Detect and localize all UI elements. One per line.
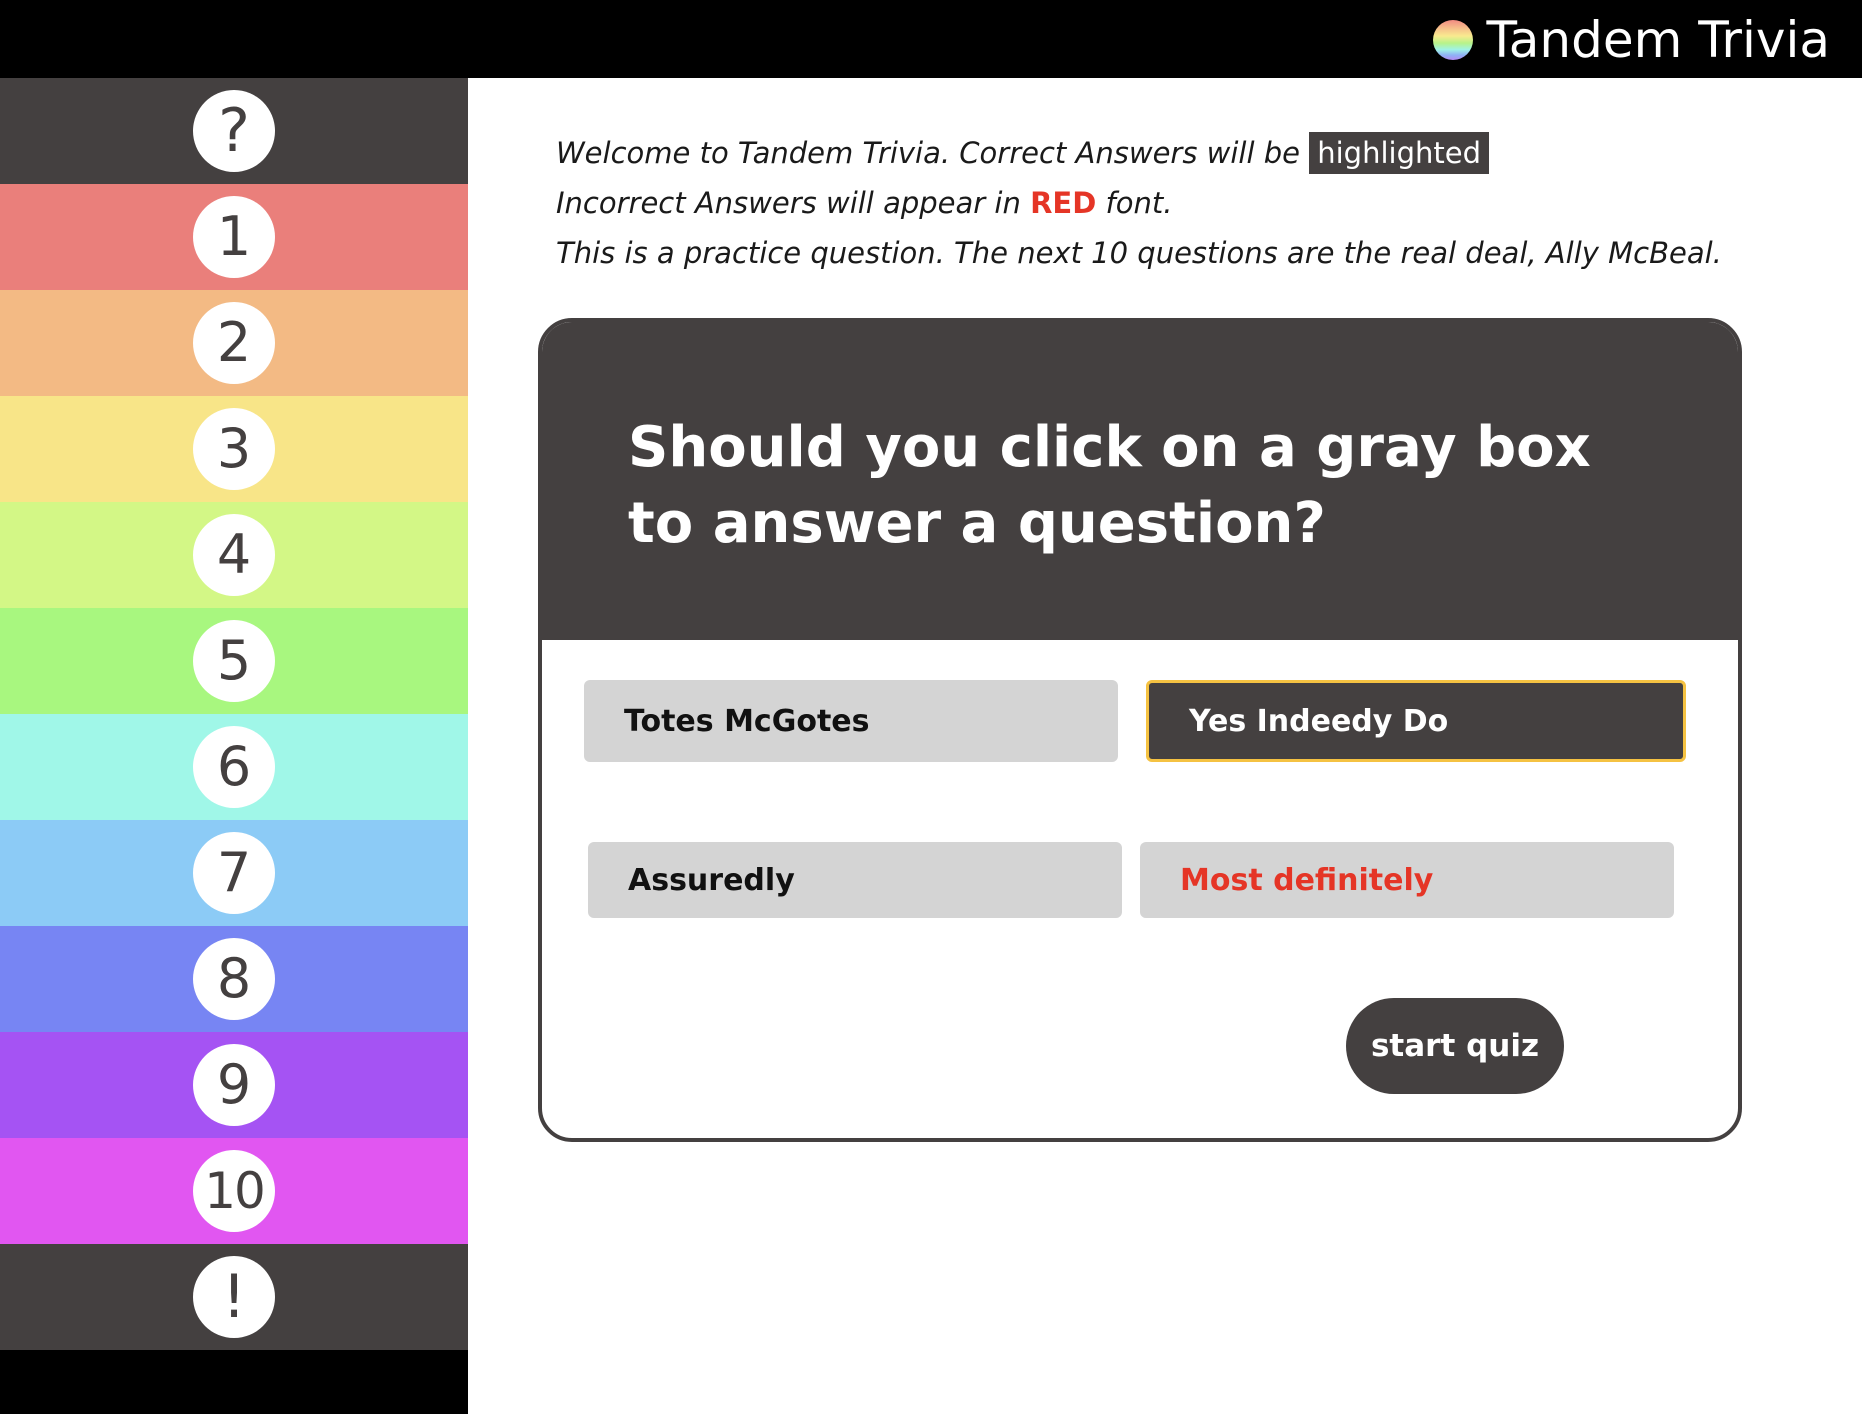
sidebar-item-6[interactable]: 6 xyxy=(0,714,468,820)
instructions-text: Welcome to Tandem Trivia. Correct Answer… xyxy=(556,136,1310,170)
sidebar-item-number: 5 xyxy=(193,620,275,702)
sidebar-item-9[interactable]: 9 xyxy=(0,1032,468,1138)
sidebar-item-5[interactable]: 5 xyxy=(0,608,468,714)
rainbow-circle-icon xyxy=(1432,20,1473,60)
sidebar-item-number: 4 xyxy=(193,514,275,596)
sidebar-item-2[interactable]: 2 xyxy=(0,290,468,396)
instructions-line-2: Incorrect Answers will appear in RED fon… xyxy=(556,178,1722,228)
app-brand[interactable]: Tandem Trivia xyxy=(1432,11,1830,69)
red-sample: RED xyxy=(1030,186,1097,220)
question-text: Should you click on a gray box to answer… xyxy=(628,415,1591,556)
sidebar-item-practice[interactable]: ? xyxy=(0,78,468,184)
highlight-sample: highlighted xyxy=(1309,132,1489,174)
start-quiz-button[interactable]: start quiz xyxy=(1346,998,1564,1094)
question-sidebar: ? 1 2 3 4 5 6 7 8 9 10 ! xyxy=(0,78,468,1414)
sidebar-item-7[interactable]: 7 xyxy=(0,820,468,926)
instructions-text: Incorrect Answers will appear in xyxy=(556,186,1031,220)
sidebar-item-number: 7 xyxy=(193,832,275,914)
question-mark-icon: ? xyxy=(193,90,275,172)
sidebar-item-number: 8 xyxy=(193,938,275,1020)
top-bar: Tandem Trivia xyxy=(0,0,1862,78)
sidebar-item-number: 6 xyxy=(193,726,275,808)
sidebar-item-number: 3 xyxy=(193,408,275,490)
sidebar-item-1[interactable]: 1 xyxy=(0,184,468,290)
sidebar-item-number: 9 xyxy=(193,1044,275,1126)
instructions-line-3: This is a practice question. The next 10… xyxy=(556,236,1722,270)
sidebar-item-number: 2 xyxy=(193,302,275,384)
answer-option-1[interactable]: Totes McGotes xyxy=(584,680,1118,762)
instructions-text: font. xyxy=(1096,186,1173,220)
instructions-line-1: Welcome to Tandem Trivia. Correct Answer… xyxy=(556,128,1722,178)
sidebar-item-number: 1 xyxy=(193,196,275,278)
answer-option-4-incorrect[interactable]: Most definitely xyxy=(1140,842,1674,918)
sidebar-item-results[interactable]: ! xyxy=(0,1244,468,1350)
sidebar-item-number: 10 xyxy=(193,1150,275,1232)
sidebar-item-10[interactable]: 10 xyxy=(0,1138,468,1244)
question-header: Should you click on a gray box to answer… xyxy=(542,322,1738,640)
question-card: Should you click on a gray box to answer… xyxy=(538,318,1742,1142)
exclamation-icon: ! xyxy=(193,1256,275,1338)
instructions: Welcome to Tandem Trivia. Correct Answer… xyxy=(556,128,1722,278)
answer-option-2-correct[interactable]: Yes Indeedy Do xyxy=(1146,680,1686,762)
app-title: Tandem Trivia xyxy=(1486,11,1830,69)
sidebar-item-8[interactable]: 8 xyxy=(0,926,468,1032)
answer-option-3[interactable]: Assuredly xyxy=(588,842,1122,918)
sidebar-item-3[interactable]: 3 xyxy=(0,396,468,502)
sidebar-item-4[interactable]: 4 xyxy=(0,502,468,608)
